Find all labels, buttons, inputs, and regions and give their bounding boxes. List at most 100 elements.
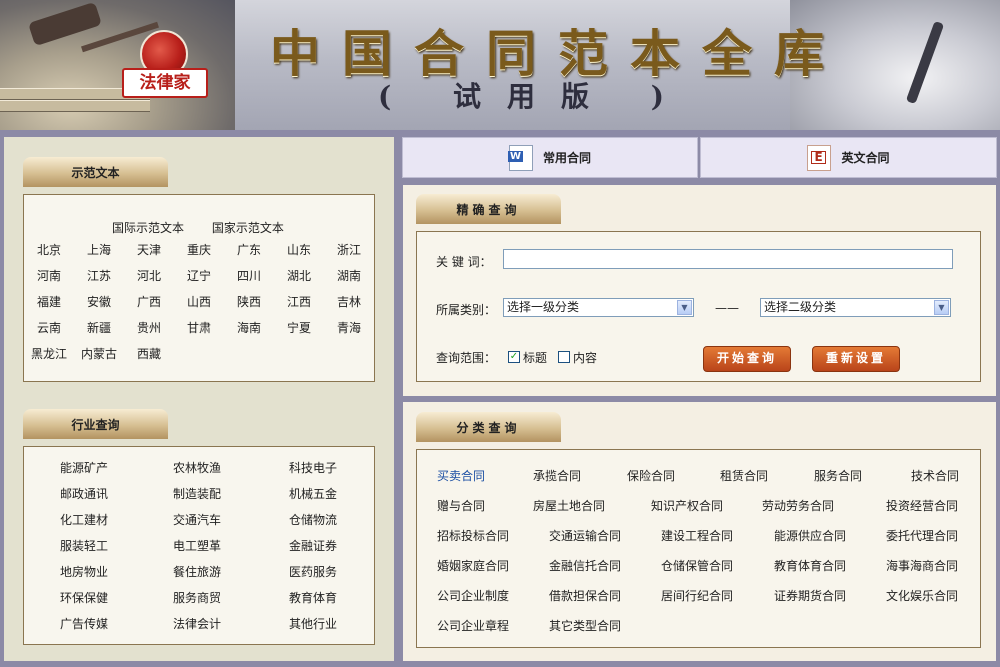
- industry-link[interactable]: 教育体育: [258, 589, 368, 606]
- category-link[interactable]: 房屋土地合同: [533, 497, 605, 514]
- category-label: 所属类别：: [436, 303, 497, 317]
- industry-link[interactable]: 环保保健: [29, 589, 139, 606]
- category-link[interactable]: 赠与合同: [437, 497, 485, 514]
- category-link[interactable]: 教育体育合同: [774, 557, 846, 574]
- city-link[interactable]: 上海: [74, 241, 124, 258]
- keyword-label: 关 键 词：: [436, 255, 492, 269]
- pen-icon: [905, 20, 945, 105]
- city-link[interactable]: 河北: [124, 267, 174, 284]
- tab-common-contracts[interactable]: 常用合同: [402, 137, 698, 178]
- category-link[interactable]: 服务合同: [814, 467, 862, 484]
- category-link[interactable]: 买卖合同: [437, 467, 485, 484]
- industry-link[interactable]: 服务商贸: [142, 589, 252, 606]
- industry-link[interactable]: 服装轻工: [29, 537, 139, 554]
- category-link[interactable]: 知识产权合同: [651, 497, 723, 514]
- category-link[interactable]: 居间行纪合同: [661, 587, 733, 604]
- reset-button[interactable]: 重新设置: [812, 346, 900, 372]
- scope-content-checkbox[interactable]: [558, 351, 570, 363]
- category-link[interactable]: 保险合同: [627, 467, 675, 484]
- industry-link[interactable]: 科技电子: [258, 459, 368, 476]
- city-link[interactable]: 贵州: [124, 319, 174, 336]
- category-link[interactable]: 借款担保合同: [549, 587, 621, 604]
- industry-header: 行业查询: [23, 409, 168, 439]
- industry-link[interactable]: 农林牧渔: [142, 459, 252, 476]
- industry-link[interactable]: 制造装配: [142, 485, 252, 502]
- city-link[interactable]: 云南: [24, 319, 74, 336]
- category-link[interactable]: 投资经营合同: [886, 497, 958, 514]
- city-link[interactable]: 陕西: [224, 293, 274, 310]
- city-link[interactable]: 黑龙江: [24, 345, 74, 362]
- city-link[interactable]: 北京: [24, 241, 74, 258]
- category-link[interactable]: 建设工程合同: [661, 527, 733, 544]
- category-link[interactable]: 文化娱乐合同: [886, 587, 958, 604]
- header-banner: 法律家 中国合同范本全库 ( 试用版 ): [0, 0, 1000, 130]
- industry-link[interactable]: 其他行业: [258, 615, 368, 632]
- city-link[interactable]: 江苏: [74, 267, 124, 284]
- city-link[interactable]: 吉林: [324, 293, 374, 310]
- city-link[interactable]: 湖北: [274, 267, 324, 284]
- industry-link[interactable]: 邮政通讯: [29, 485, 139, 502]
- scope-title-checkbox[interactable]: ✓: [508, 351, 520, 363]
- demo-link-national[interactable]: 国家示范文本: [212, 221, 284, 235]
- category-link[interactable]: 技术合同: [911, 467, 959, 484]
- category-link[interactable]: 海事海商合同: [886, 557, 958, 574]
- search-button[interactable]: 开始查询: [703, 346, 791, 372]
- category-link[interactable]: 其它类型合同: [549, 617, 621, 634]
- city-link[interactable]: 河南: [24, 267, 74, 284]
- industry-link[interactable]: 能源矿产: [29, 459, 139, 476]
- site-logo[interactable]: 法律家: [122, 30, 208, 98]
- city-link[interactable]: 内蒙古: [74, 345, 124, 362]
- city-link[interactable]: 福建: [24, 293, 74, 310]
- category-link[interactable]: 承揽合同: [533, 467, 581, 484]
- city-link[interactable]: 广东: [224, 241, 274, 258]
- city-link[interactable]: 重庆: [174, 241, 224, 258]
- chevron-down-icon: ▼: [934, 300, 949, 315]
- demo-link-international[interactable]: 国际示范文本: [112, 221, 184, 235]
- industry-link[interactable]: 医药服务: [258, 563, 368, 580]
- category-link[interactable]: 劳动劳务合同: [762, 497, 834, 514]
- city-link[interactable]: 青海: [324, 319, 374, 336]
- industry-link[interactable]: 广告传媒: [29, 615, 139, 632]
- industry-link[interactable]: 交通汽车: [142, 511, 252, 528]
- category-link[interactable]: 公司企业章程: [437, 617, 509, 634]
- city-link[interactable]: 新疆: [74, 319, 124, 336]
- city-link[interactable]: 天津: [124, 241, 174, 258]
- category-link[interactable]: 招标投标合同: [437, 527, 509, 544]
- city-link[interactable]: 辽宁: [174, 267, 224, 284]
- category-link[interactable]: 能源供应合同: [774, 527, 846, 544]
- city-link[interactable]: 甘肃: [174, 319, 224, 336]
- industry-link[interactable]: 仓储物流: [258, 511, 368, 528]
- industry-link[interactable]: 法律会计: [142, 615, 252, 632]
- industry-link[interactable]: 电工塑革: [142, 537, 252, 554]
- industry-link[interactable]: 地房物业: [29, 563, 139, 580]
- category-link[interactable]: 婚姻家庭合同: [437, 557, 509, 574]
- category-link[interactable]: 租赁合同: [720, 467, 768, 484]
- tab-english-contracts[interactable]: 英文合同: [700, 137, 997, 178]
- industry-link[interactable]: 餐住旅游: [142, 563, 252, 580]
- level1-category-select[interactable]: 选择一级分类 ▼: [503, 298, 694, 317]
- city-link[interactable]: 浙江: [324, 241, 374, 258]
- city-link[interactable]: 海南: [224, 319, 274, 336]
- industry-link[interactable]: 化工建材: [29, 511, 139, 528]
- city-link[interactable]: 湖南: [324, 267, 374, 284]
- city-link[interactable]: 广西: [124, 293, 174, 310]
- keyword-input[interactable]: [503, 249, 953, 269]
- city-link[interactable]: 西藏: [124, 345, 174, 362]
- category-box: 买卖合同 承揽合同 保险合同 租赁合同 服务合同 技术合同赠与合同 房屋土地合同 知识产权合同…: [416, 449, 981, 648]
- category-link[interactable]: 委托代理合同: [886, 527, 958, 544]
- category-link[interactable]: 证券期货合同: [774, 587, 846, 604]
- word-doc-icon: [507, 144, 533, 171]
- city-link[interactable]: 宁夏: [274, 319, 324, 336]
- city-link[interactable]: 江西: [274, 293, 324, 310]
- category-link[interactable]: 交通运输合同: [549, 527, 621, 544]
- category-link[interactable]: 金融信托合同: [549, 557, 621, 574]
- category-link[interactable]: 仓储保管合同: [661, 557, 733, 574]
- industry-link[interactable]: 机械五金: [258, 485, 368, 502]
- city-link[interactable]: 安徽: [74, 293, 124, 310]
- category-link[interactable]: 公司企业制度: [437, 587, 509, 604]
- industry-link[interactable]: 金融证券: [258, 537, 368, 554]
- city-link[interactable]: 山东: [274, 241, 324, 258]
- level2-category-select[interactable]: 选择二级分类 ▼: [760, 298, 951, 317]
- city-link[interactable]: 四川: [224, 267, 274, 284]
- city-link[interactable]: 山西: [174, 293, 224, 310]
